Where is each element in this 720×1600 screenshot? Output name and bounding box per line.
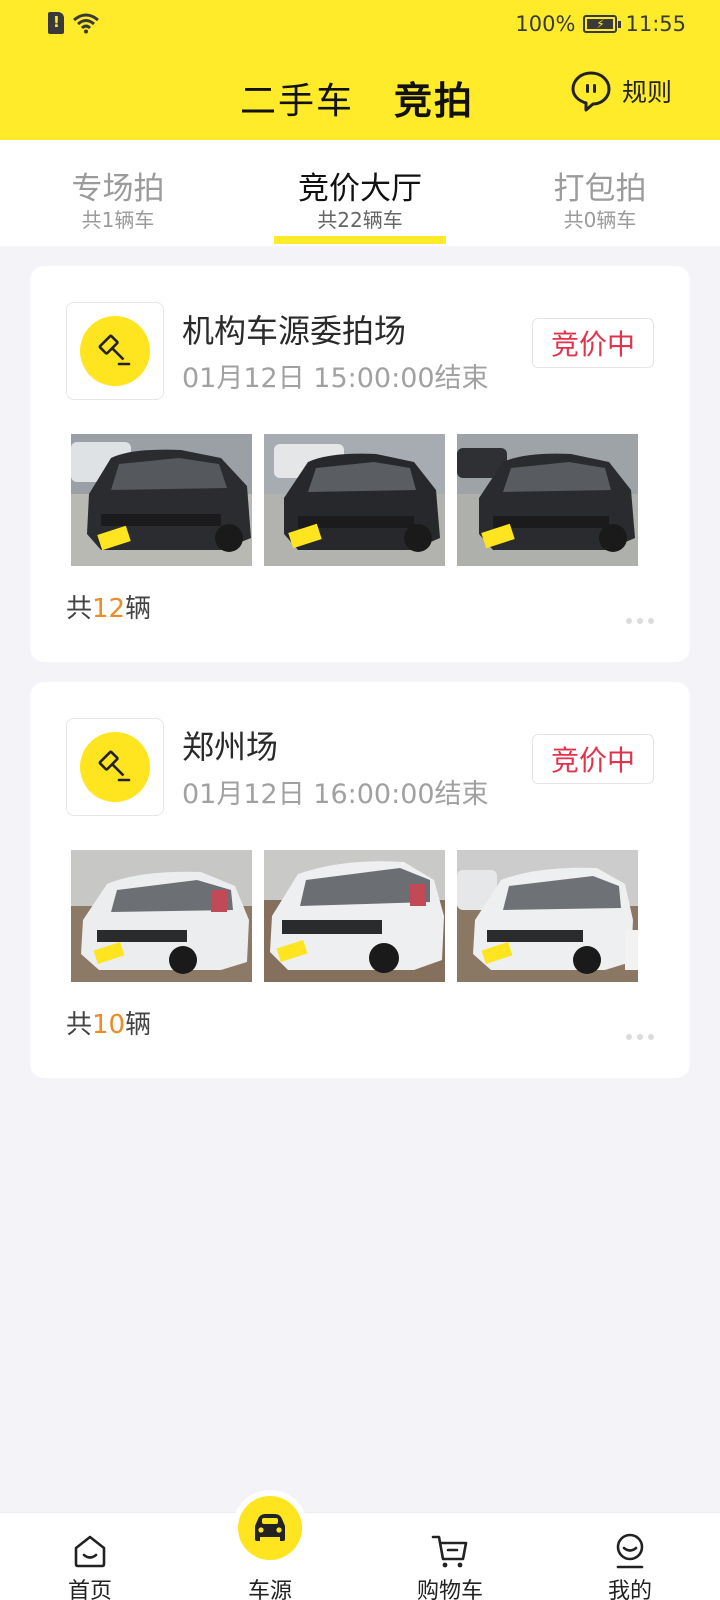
nav-home[interactable]: 首页 — [30, 1513, 150, 1600]
auction-card[interactable]: 机构车源委拍场 01月12日 15:00:00结束 竞价中 共12辆 — [30, 266, 690, 662]
app-header: 100% ⚡ 11:55 二手车 竞拍 规则 — [0, 0, 720, 140]
nav-label: 车源 — [247, 1579, 292, 1600]
active-tab-indicator — [274, 236, 446, 244]
profile-icon — [616, 1533, 644, 1569]
tab-special[interactable]: 专场拍 共1辆车 — [8, 170, 228, 232]
tab-count: 共0辆车 — [563, 208, 637, 232]
auction-card[interactable]: 郑州场 01月12日 16:00:00结束 竞价中 共10辆 — [30, 682, 690, 1078]
auction-title: 郑州场 — [182, 728, 279, 766]
battery-icon: ⚡ — [583, 15, 622, 33]
tab-label: 竞价大厅 — [298, 171, 422, 207]
car-count: 共10辆 — [66, 1010, 152, 1040]
rules-label: 规则 — [622, 78, 673, 107]
car-photo[interactable] — [264, 850, 445, 982]
car-photo[interactable] — [264, 434, 445, 566]
rules-button[interactable]: 规则 — [570, 70, 672, 112]
nav-label: 我的 — [607, 1579, 652, 1600]
auction-logo — [66, 302, 164, 400]
more-dots-icon[interactable] — [626, 1034, 654, 1040]
car-photo[interactable] — [457, 434, 638, 566]
car-photos — [71, 434, 638, 566]
used-car-title[interactable]: 二手车 — [240, 72, 354, 124]
clock: 11:55 — [625, 12, 686, 36]
status-badge: 竞价中 — [532, 318, 654, 368]
car-photo[interactable] — [71, 434, 252, 566]
car-icon — [255, 1514, 285, 1541]
nav-label: 首页 — [67, 1579, 112, 1600]
car-count: 共12辆 — [66, 594, 152, 624]
car-count-number: 10 — [92, 1010, 126, 1040]
gavel-icon — [98, 750, 131, 782]
gavel-icon — [98, 334, 131, 366]
car-photo[interactable] — [457, 850, 638, 982]
nav-label: 购物车 — [416, 1579, 483, 1600]
cart-icon — [431, 1535, 468, 1568]
chat-bubble-icon — [571, 71, 611, 112]
auction-logo — [66, 718, 164, 816]
auction-title[interactable]: 竞拍 — [394, 70, 474, 125]
tab-label: 打包拍 — [553, 171, 647, 207]
tab-bidding-hall[interactable]: 竞价大厅 共22辆车 — [250, 170, 470, 232]
car-photos — [71, 850, 638, 982]
battery-percent: 100% — [515, 12, 576, 36]
auction-tabs: 专场拍 共1辆车 竞价大厅 共22辆车 打包拍 共0辆车 — [0, 140, 720, 246]
car-source-center-button[interactable] — [238, 1496, 302, 1560]
more-dots-icon[interactable] — [626, 618, 654, 624]
nav-profile[interactable]: 我的 — [570, 1513, 690, 1600]
car-count-number: 12 — [92, 594, 126, 624]
nav-cart[interactable]: 购物车 — [390, 1513, 510, 1600]
tab-bundle[interactable]: 打包拍 共0辆车 — [490, 170, 710, 232]
auction-end-time: 01月12日 15:00:00结束 — [182, 363, 489, 394]
auction-end-time: 01月12日 16:00:00结束 — [182, 779, 489, 810]
sim-alert-icon — [48, 12, 64, 34]
tab-label: 专场拍 — [71, 171, 165, 207]
auction-title: 机构车源委拍场 — [182, 312, 407, 350]
tab-count: 共1辆车 — [81, 208, 155, 232]
bottom-nav: 首页 车源 购物车 我的 — [0, 1512, 720, 1600]
wifi-icon — [73, 13, 99, 34]
car-photo[interactable] — [71, 850, 252, 982]
tab-count: 共22辆车 — [317, 208, 403, 232]
home-icon — [74, 1535, 106, 1568]
status-badge: 竞价中 — [532, 734, 654, 784]
status-bar: 100% ⚡ 11:55 — [0, 0, 720, 50]
